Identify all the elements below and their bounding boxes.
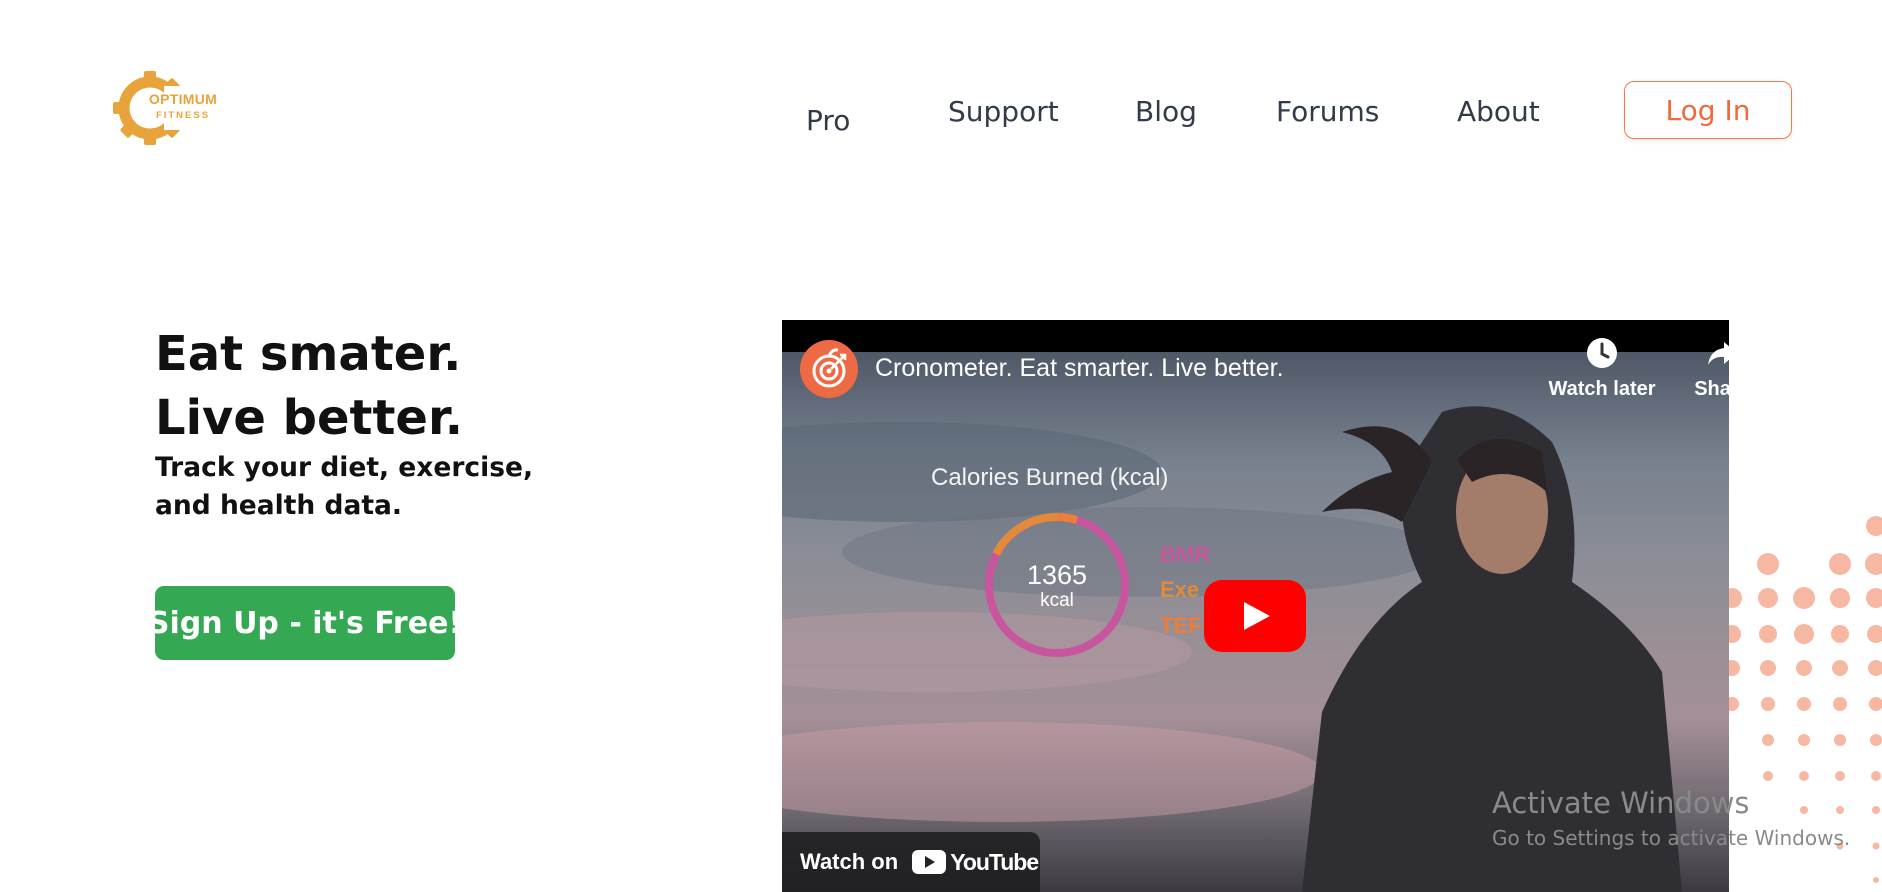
nav-item-forums[interactable]: Forums [1276, 95, 1379, 128]
legend-tef: TEF [1160, 613, 1202, 638]
calories-burned-heading: Calories Burned (kcal) [931, 464, 1169, 491]
nav-item-pro[interactable]: Pro [806, 104, 850, 137]
youtube-wordmark: YouTube [950, 848, 1039, 875]
optimum-fitness-logo[interactable]: OPTIMUM FITNESS [112, 70, 222, 146]
share-arrow-icon [1708, 342, 1729, 365]
share-button[interactable]: Share [1662, 336, 1729, 401]
watch-later-button[interactable]: Watch later [1542, 336, 1662, 401]
play-button[interactable] [1204, 580, 1306, 652]
signup-button[interactable]: Sign Up - it's Free! [148, 586, 462, 660]
nav-item-support[interactable]: Support [948, 95, 1059, 128]
hero-headline-line2: Live better. [155, 390, 464, 446]
logo-wordmark-fitness: FITNESS [155, 110, 211, 121]
calories-value: 1365 [1026, 560, 1088, 590]
hero-headline-line1: Eat smater. [155, 326, 462, 382]
youtube-logo-icon [912, 850, 947, 874]
watch-on-youtube-button[interactable]: Watch on YouTube [782, 832, 1040, 892]
apple-target-icon [812, 348, 847, 388]
gear-icon [113, 71, 222, 145]
nav-item-blog[interactable]: Blog [1135, 95, 1197, 128]
login-button[interactable]: Log In [1624, 81, 1792, 139]
activate-windows-title: Activate Windows [1492, 786, 1750, 820]
video-title[interactable]: Cronometer. Eat smarter. Live better. [875, 354, 1284, 383]
watch-on-label: Watch on [800, 849, 899, 874]
legend-bmr: BMR [1160, 542, 1211, 567]
hero-subtitle-line1: Track your diet, exercise, [155, 452, 534, 483]
clock-icon [1587, 338, 1617, 368]
calories-unit: kcal [1040, 590, 1074, 611]
legend-exercise: Exe [1160, 577, 1200, 602]
watch-later-label: Watch later [1548, 378, 1656, 400]
logo-wordmark-optimum: OPTIMUM [148, 91, 218, 107]
channel-avatar[interactable] [800, 340, 858, 398]
share-label: Share [1694, 378, 1729, 400]
nav-item-about[interactable]: About [1457, 95, 1540, 128]
activate-windows-subtitle: Go to Settings to activate Windows. [1492, 826, 1851, 850]
youtube-play-icon [1204, 580, 1306, 652]
hero-subtitle-line2: and health data. [155, 490, 402, 521]
